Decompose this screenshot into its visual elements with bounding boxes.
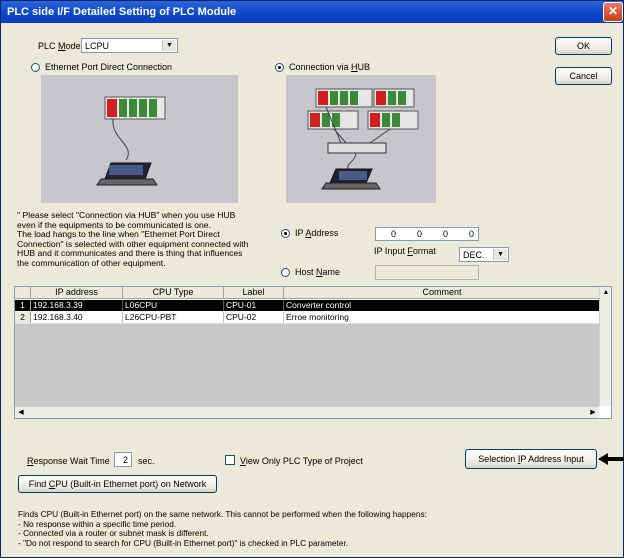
view-only-checkbox[interactable] [225,455,235,465]
column-header-ip[interactable]: IP address [31,287,123,299]
response-wait-label: Response Wait Time [27,456,110,466]
find-cpu-button[interactable]: Find CPU (Built-in Ethernet port) on Net… [18,475,217,493]
cancel-button[interactable]: Cancel [555,67,612,85]
selection-ip-address-input-button[interactable]: Selection IP Address Input [465,449,597,469]
ip-address-field[interactable]: 0 0 0 0 [375,227,479,241]
ip-address-radio[interactable] [281,229,290,238]
table-row[interactable]: 1 192.168.3.39 L06CPU CPU-01 Converter c… [15,300,601,311]
plc-mode-label: PLC Mode [38,41,81,51]
ip-octet-4[interactable]: 0 [469,229,474,239]
table-empty-area [15,324,601,406]
ip-input-format-select[interactable]: DEC. ▼ [459,247,509,262]
chevron-down-icon[interactable]: ▼ [493,249,507,260]
response-wait-unit: sec. [138,456,155,466]
table-row[interactable]: 2 192.168.3.40 L26CPU-PBT CPU-02 Erroe m… [15,312,601,324]
horizontal-scrollbar[interactable]: ◀ ▶ [15,406,599,418]
window-title: PLC side I/F Detailed Setting of PLC Mod… [7,6,237,18]
view-only-label: View Only PLC Type of Project [240,456,363,466]
plc-mode-value: LCPU [85,41,110,51]
ip-octet-1[interactable]: 0 [391,229,396,239]
direct-connection-radio[interactable] [31,63,40,72]
host-name-field[interactable] [375,265,479,280]
ip-input-format-value: DEC. [463,250,485,260]
column-header-cpu-type[interactable]: CPU Type [123,287,224,299]
column-header-comment[interactable]: Comment [284,287,601,299]
ip-octet-3[interactable]: 0 [443,229,448,239]
direct-connection-label: Ethernet Port Direct Connection [45,62,173,72]
response-wait-input[interactable]: 2 [114,452,132,467]
column-header-label[interactable]: Label [224,287,284,299]
direct-connection-image [41,75,238,203]
ip-address-label: IP Address [295,228,339,238]
pointer-arrow-icon [598,453,624,465]
hub-connection-label: Connection via HUB [289,62,371,72]
find-notes-text: Finds CPU (Built-in Ethernet port) on th… [18,509,427,548]
host-name-radio[interactable] [281,268,290,277]
scroll-left-icon[interactable]: ◀ [15,407,27,418]
host-name-label: Host Name [295,267,341,277]
dialog-window: PLC side I/F Detailed Setting of PLC Mod… [0,0,624,558]
scroll-right-icon[interactable]: ▶ [587,407,599,418]
ip-octet-2[interactable]: 0 [417,229,422,239]
table-header-corner [15,287,31,299]
title-bar: PLC side I/F Detailed Setting of PLC Mod… [1,1,623,23]
scroll-up-icon[interactable]: ▲ [600,287,611,299]
close-icon[interactable]: ✕ [603,2,623,22]
chevron-down-icon[interactable]: ▼ [162,40,176,51]
hub-note-text: " Please select "Connection via HUB" whe… [17,210,249,268]
hub-connection-diagram [307,88,419,190]
vertical-scrollbar[interactable]: ▲ [599,287,611,406]
hub-connection-radio[interactable] [275,63,284,72]
hub-connection-image [286,75,436,203]
ip-input-format-label: IP Input Format [374,246,436,256]
plc-mode-select[interactable]: LCPU ▼ [81,38,178,53]
cpu-list-table[interactable]: IP address CPU Type Label Comment 1 192.… [14,286,612,419]
direct-connection-diagram [96,96,166,186]
ok-button[interactable]: OK [555,37,612,55]
